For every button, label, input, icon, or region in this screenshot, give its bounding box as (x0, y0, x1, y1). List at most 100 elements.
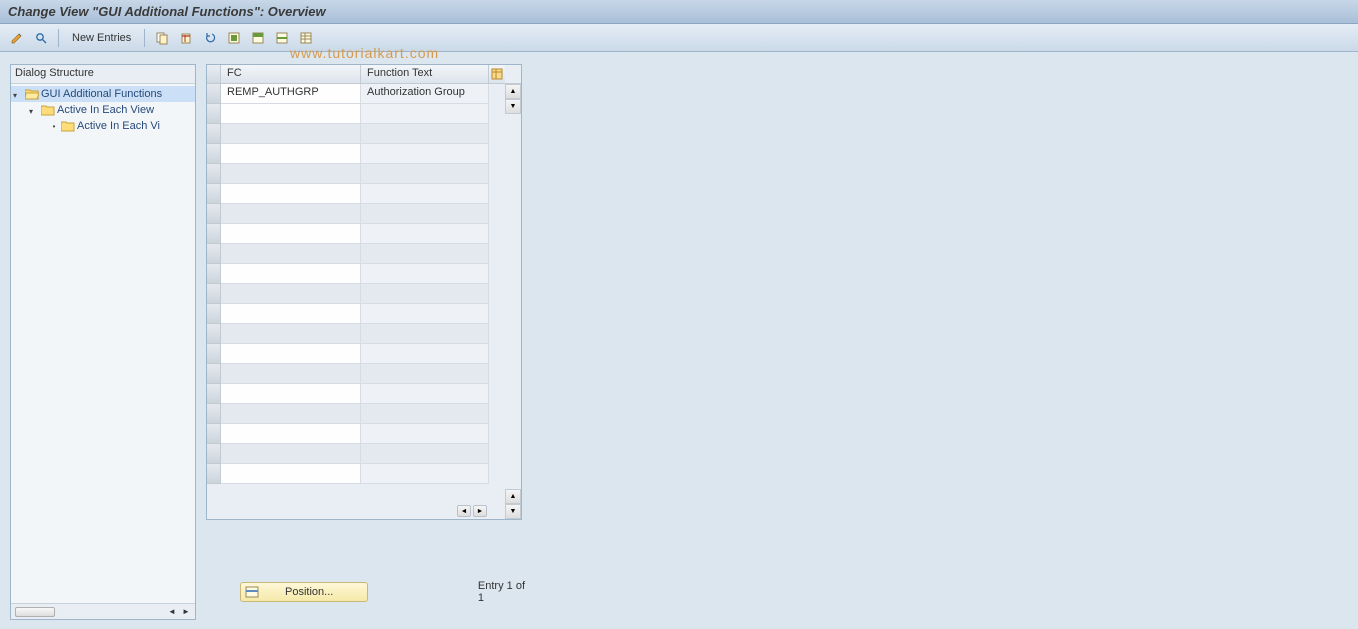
cell-fc[interactable] (221, 164, 361, 184)
column-header-function-text[interactable]: Function Text (361, 65, 489, 84)
table-row[interactable] (221, 404, 505, 424)
row-selector[interactable] (207, 384, 221, 404)
row-selector[interactable] (207, 264, 221, 284)
table-row[interactable] (221, 224, 505, 244)
cell-fc[interactable] (221, 224, 361, 244)
table-row[interactable] (221, 124, 505, 144)
delete-icon[interactable] (175, 28, 197, 48)
row-selector[interactable] (207, 424, 221, 444)
cell-fc[interactable] (221, 404, 361, 424)
scroll-up-icon[interactable]: ▲ (505, 489, 521, 504)
row-selector[interactable] (207, 164, 221, 184)
copy-as-icon[interactable] (151, 28, 173, 48)
cell-fc[interactable] (221, 364, 361, 384)
tree-item-gui-additional-functions[interactable]: GUI Additional Functions (11, 86, 195, 102)
new-entries-button[interactable]: New Entries (65, 29, 138, 47)
row-selector[interactable] (207, 364, 221, 384)
select-block-icon[interactable] (247, 28, 269, 48)
row-selector[interactable] (207, 304, 221, 324)
grid-hscroll[interactable]: ◄ ► (221, 503, 505, 519)
row-selector[interactable] (207, 404, 221, 424)
watermark: www.tutorialkart.com (290, 45, 439, 61)
scroll-left-icon[interactable]: ◄ (457, 505, 471, 517)
cell-fc[interactable] (221, 384, 361, 404)
tree-header: Dialog Structure (11, 65, 195, 84)
row-selector[interactable] (207, 184, 221, 204)
row-selector[interactable] (207, 144, 221, 164)
table-row[interactable] (221, 304, 505, 324)
cell-fc[interactable] (221, 424, 361, 444)
undo-icon[interactable] (199, 28, 221, 48)
row-selector[interactable] (207, 224, 221, 244)
row-selector[interactable] (207, 244, 221, 264)
scroll-down-icon[interactable]: ▼ (505, 504, 521, 519)
scroll-up-icon[interactable]: ▲ (505, 84, 521, 99)
position-button[interactable]: Position... (240, 582, 368, 602)
cell-fc[interactable] (221, 204, 361, 224)
position-icon (245, 585, 259, 599)
row-selector[interactable] (207, 204, 221, 224)
cell-fc[interactable] (221, 324, 361, 344)
cell-fc[interactable]: REMP_AUTHGRP (221, 84, 361, 104)
configure-columns-icon[interactable] (489, 65, 505, 84)
cell-fc[interactable] (221, 344, 361, 364)
cell-fc[interactable] (221, 124, 361, 144)
table-row[interactable] (221, 184, 505, 204)
cell-fc[interactable] (221, 184, 361, 204)
cell-fc[interactable] (221, 284, 361, 304)
cell-fc[interactable] (221, 144, 361, 164)
cell-function-text (361, 164, 489, 184)
cell-fc[interactable] (221, 464, 361, 484)
scroll-handle[interactable] (15, 607, 55, 617)
table-row[interactable] (221, 244, 505, 264)
cell-fc[interactable] (221, 244, 361, 264)
cell-fc[interactable] (221, 104, 361, 124)
row-selector[interactable] (207, 84, 221, 104)
select-all-icon[interactable] (223, 28, 245, 48)
table-row[interactable] (221, 364, 505, 384)
scroll-right-icon[interactable]: ► (473, 505, 487, 517)
table-row[interactable] (221, 144, 505, 164)
expand-toggle-icon[interactable] (29, 105, 39, 115)
tree-item-active-in-each-vi[interactable]: • Active In Each Vi (11, 118, 195, 134)
row-selector[interactable] (207, 124, 221, 144)
scroll-left-icon[interactable]: ◄ (165, 606, 179, 618)
folder-icon (41, 104, 55, 116)
table-row[interactable] (221, 464, 505, 484)
table-row[interactable] (221, 324, 505, 344)
folder-icon (61, 120, 75, 132)
table-row[interactable] (221, 384, 505, 404)
table-row[interactable] (221, 424, 505, 444)
cell-fc[interactable] (221, 304, 361, 324)
table-row[interactable] (221, 104, 505, 124)
table-row[interactable] (221, 284, 505, 304)
table-row[interactable] (221, 204, 505, 224)
tree-hscroll[interactable]: ◄ ► (11, 603, 195, 619)
table-row[interactable]: REMP_AUTHGRP Authorization Group (221, 84, 505, 104)
table-row[interactable] (221, 164, 505, 184)
expand-toggle-icon[interactable] (13, 89, 23, 99)
row-selector[interactable] (207, 464, 221, 484)
table-row[interactable] (221, 444, 505, 464)
scroll-down-icon[interactable]: ▼ (505, 99, 521, 114)
row-selector-column (207, 65, 221, 519)
row-selector[interactable] (207, 444, 221, 464)
grid-vscroll[interactable]: ▲ ▼ ▲ ▼ (505, 65, 521, 519)
cell-function-text (361, 184, 489, 204)
row-selector[interactable] (207, 344, 221, 364)
table-row[interactable] (221, 264, 505, 284)
cell-function-text (361, 124, 489, 144)
cell-fc[interactable] (221, 264, 361, 284)
row-selector[interactable] (207, 324, 221, 344)
column-header-fc[interactable]: FC (221, 65, 361, 84)
cell-function-text (361, 264, 489, 284)
scroll-right-icon[interactable]: ► (179, 606, 193, 618)
row-selector[interactable] (207, 284, 221, 304)
row-selector[interactable] (207, 104, 221, 124)
tree-item-active-in-each-view[interactable]: Active In Each View (11, 102, 195, 118)
toggle-display-change-icon[interactable] (6, 28, 28, 48)
cell-function-text (361, 244, 489, 264)
cell-fc[interactable] (221, 444, 361, 464)
find-icon[interactable] (30, 28, 52, 48)
table-row[interactable] (221, 344, 505, 364)
